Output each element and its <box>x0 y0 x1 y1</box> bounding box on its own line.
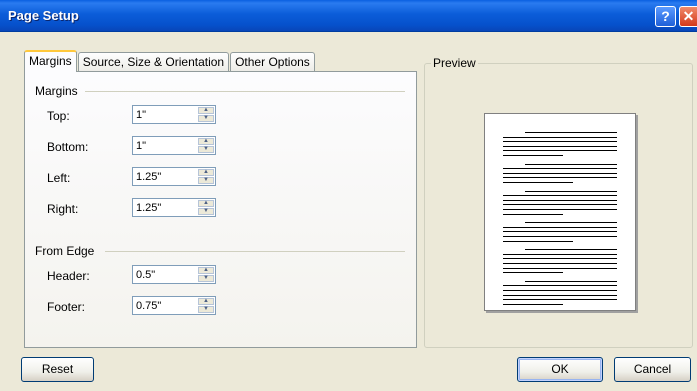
footer-label: Footer: <box>47 300 86 314</box>
preview-text-line <box>503 199 617 201</box>
margins-group-label: Margins <box>35 84 78 98</box>
margins-group-divider <box>85 91 405 92</box>
bottom-label: Bottom: <box>47 140 89 154</box>
preview-text-line <box>503 155 563 156</box>
preview-text-line <box>525 190 617 192</box>
preview-text-line <box>503 141 617 143</box>
arrow-down-icon[interactable]: ▼ <box>198 208 214 215</box>
preview-text-line <box>503 236 617 237</box>
arrow-up-icon[interactable]: ▲ <box>198 169 214 176</box>
close-icon[interactable]: ✕ <box>679 6 697 27</box>
preview-text-line <box>525 249 617 251</box>
margins-tab-panel: Margins Top: ▲ ▼ Bottom: ▲ ▼ Left: ▲ ▼ <box>24 71 417 348</box>
footer-input[interactable] <box>133 297 197 314</box>
arrow-down-icon[interactable]: ▼ <box>198 115 214 122</box>
right-input[interactable] <box>133 199 197 216</box>
arrow-up-icon[interactable]: ▲ <box>198 107 214 114</box>
bottom-spinner: ▲ ▼ <box>132 136 216 155</box>
header-spinner: ▲ ▼ <box>132 265 216 284</box>
right-label: Right: <box>47 202 79 216</box>
preview-text-line <box>503 150 617 152</box>
preview-text-line <box>503 263 617 264</box>
preview-text-line <box>525 280 617 282</box>
arrow-down-icon[interactable]: ▼ <box>198 275 214 282</box>
preview-text-line <box>503 240 573 242</box>
cancel-button[interactable]: Cancel <box>614 357 691 382</box>
preview-text-line <box>503 285 617 287</box>
arrow-down-icon[interactable]: ▼ <box>198 177 214 184</box>
preview-text-line <box>503 145 617 147</box>
tab-strip: Margins Source, Size & Orientation Other… <box>24 50 316 72</box>
window-title: Page Setup <box>8 8 79 23</box>
preview-text-line <box>503 272 563 274</box>
preview-text-line <box>503 213 563 215</box>
preview-text-line <box>503 195 617 197</box>
preview-text-line <box>503 294 617 296</box>
preview-text-line <box>503 267 617 269</box>
arrow-down-icon[interactable]: ▼ <box>198 306 214 313</box>
tab-margins[interactable]: Margins <box>24 50 77 72</box>
preview-text-line <box>503 168 617 170</box>
left-spinner: ▲ ▼ <box>132 167 216 186</box>
footer-spinner: ▲ ▼ <box>132 296 216 315</box>
preview-text-line <box>503 182 573 183</box>
arrow-up-icon[interactable]: ▲ <box>198 138 214 145</box>
reset-button[interactable]: Reset <box>21 357 94 382</box>
arrow-up-icon[interactable]: ▲ <box>198 298 214 305</box>
preview-text-line <box>503 177 617 179</box>
preview-text-line <box>525 163 617 165</box>
preview-text-line <box>503 209 617 210</box>
title-bar: Page Setup ? ✕ <box>0 0 697 32</box>
right-spinner: ▲ ▼ <box>132 198 216 217</box>
ok-button[interactable]: OK <box>517 357 603 382</box>
preview-page <box>484 113 636 311</box>
preview-text-line <box>503 172 617 174</box>
preview-text-line <box>503 303 563 305</box>
preview-text-line <box>503 136 617 138</box>
top-label: Top: <box>47 109 70 123</box>
preview-text-line <box>503 204 617 206</box>
from-edge-group-divider <box>105 251 405 252</box>
preview-text-line <box>503 299 617 301</box>
arrow-up-icon[interactable]: ▲ <box>198 200 214 207</box>
help-icon[interactable]: ? <box>655 6 676 27</box>
top-input[interactable] <box>133 106 197 123</box>
preview-text-line <box>503 231 617 233</box>
from-edge-group-label: From Edge <box>35 244 95 258</box>
preview-text-line <box>503 258 617 260</box>
arrow-down-icon[interactable]: ▼ <box>198 146 214 153</box>
preview-label: Preview <box>431 56 478 70</box>
preview-text-line <box>503 253 617 255</box>
dialog-body: Margins Source, Size & Orientation Other… <box>0 33 697 391</box>
top-spinner: ▲ ▼ <box>132 105 216 124</box>
bottom-input[interactable] <box>133 137 197 154</box>
arrow-up-icon[interactable]: ▲ <box>198 267 214 274</box>
preview-text-line <box>525 222 617 224</box>
tab-other-options[interactable]: Other Options <box>230 52 315 72</box>
header-label: Header: <box>47 269 90 283</box>
header-input[interactable] <box>133 266 197 283</box>
preview-text-line <box>503 290 617 291</box>
left-input[interactable] <box>133 168 197 185</box>
preview-text-line <box>525 132 617 133</box>
tab-source-size-orientation[interactable]: Source, Size & Orientation <box>77 52 230 72</box>
preview-text-line <box>503 226 617 228</box>
left-label: Left: <box>47 171 71 185</box>
